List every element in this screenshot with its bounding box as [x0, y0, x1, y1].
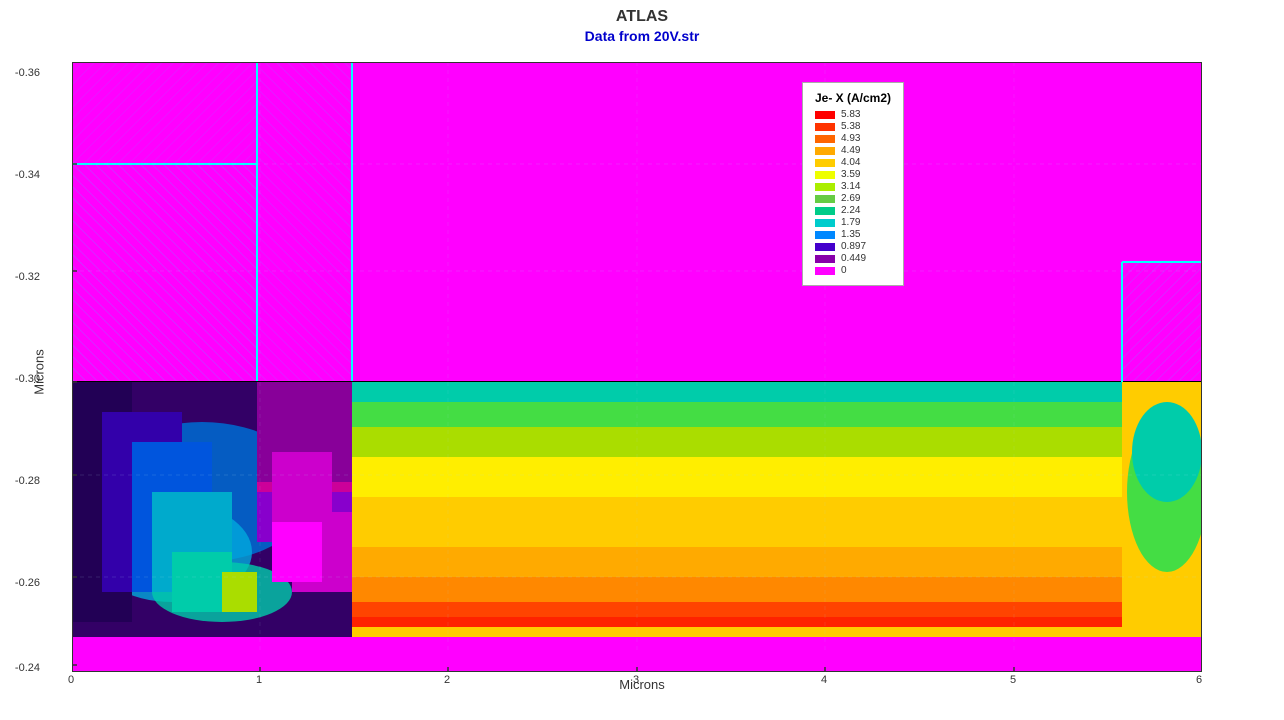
- y-tick-030: -0.30: [15, 373, 40, 385]
- y-tick-028: -0.28: [15, 475, 40, 487]
- legend-color-11: [815, 231, 835, 239]
- legend-item-13: 0.449: [815, 253, 891, 264]
- legend-color-10: [815, 219, 835, 227]
- legend-item-4: 4.49: [815, 145, 891, 156]
- y-axis-label: Microns: [31, 349, 46, 395]
- legend-value-2: 5.38: [841, 121, 860, 132]
- chart-area: Microns -0.36 -0.34 -0.32 -0.30 -0.28 -0…: [12, 52, 1272, 692]
- legend-value-7: 3.14: [841, 181, 860, 192]
- legend-color-1: [815, 111, 835, 119]
- legend-value-1: 5.83: [841, 109, 860, 120]
- legend-value-8: 2.69: [841, 193, 860, 204]
- legend-value-13: 0.449: [841, 253, 866, 264]
- legend-color-4: [815, 147, 835, 155]
- legend-color-6: [815, 171, 835, 179]
- legend-item-7: 3.14: [815, 181, 891, 192]
- y-tick-032: -0.32: [15, 271, 40, 283]
- legend-color-8: [815, 195, 835, 203]
- y-tick-024: -0.24: [15, 662, 40, 674]
- legend-title: Je- X (A/cm2): [815, 91, 891, 105]
- legend-value-9: 2.24: [841, 205, 860, 216]
- legend-color-7: [815, 183, 835, 191]
- legend-value-11: 1.35: [841, 229, 860, 240]
- y-tick-026: -0.26: [15, 577, 40, 589]
- chart-subtitle: Data from 20V.str: [585, 28, 700, 44]
- legend-value-12: 0.897: [841, 241, 866, 252]
- page-container: ATLAS Data from 20V.str Microns -0.36 -0…: [0, 0, 1284, 720]
- legend-item-6: 3.59: [815, 169, 891, 180]
- legend-item-9: 2.24: [815, 205, 891, 216]
- legend-color-9: [815, 207, 835, 215]
- legend-value-4: 4.49: [841, 145, 860, 156]
- legend-item-1: 5.83: [815, 109, 891, 120]
- legend: Je- X (A/cm2) 5.83 5.38 4.93 4.49 4.04: [802, 82, 904, 286]
- legend-item-5: 4.04: [815, 157, 891, 168]
- legend-item-10: 1.79: [815, 217, 891, 228]
- legend-item-14: 0: [815, 265, 891, 276]
- legend-color-5: [815, 159, 835, 167]
- legend-color-12: [815, 243, 835, 251]
- legend-item-8: 2.69: [815, 193, 891, 204]
- chart-title: ATLAS: [616, 8, 668, 26]
- legend-value-5: 4.04: [841, 157, 860, 168]
- y-tick-034: -0.34: [15, 169, 40, 181]
- legend-item-11: 1.35: [815, 229, 891, 240]
- legend-value-10: 1.79: [841, 217, 860, 228]
- x-axis-label: Microns: [12, 677, 1272, 692]
- legend-value-6: 3.59: [841, 169, 860, 180]
- y-tick-036: -0.36: [15, 67, 40, 79]
- legend-color-13: [815, 255, 835, 263]
- legend-color-3: [815, 135, 835, 143]
- plot-svg: [72, 62, 1202, 672]
- legend-color-2: [815, 123, 835, 131]
- legend-value-3: 4.93: [841, 133, 860, 144]
- legend-item-2: 5.38: [815, 121, 891, 132]
- legend-item-3: 4.93: [815, 133, 891, 144]
- legend-color-14: [815, 267, 835, 275]
- legend-item-12: 0.897: [815, 241, 891, 252]
- legend-value-14: 0: [841, 265, 847, 276]
